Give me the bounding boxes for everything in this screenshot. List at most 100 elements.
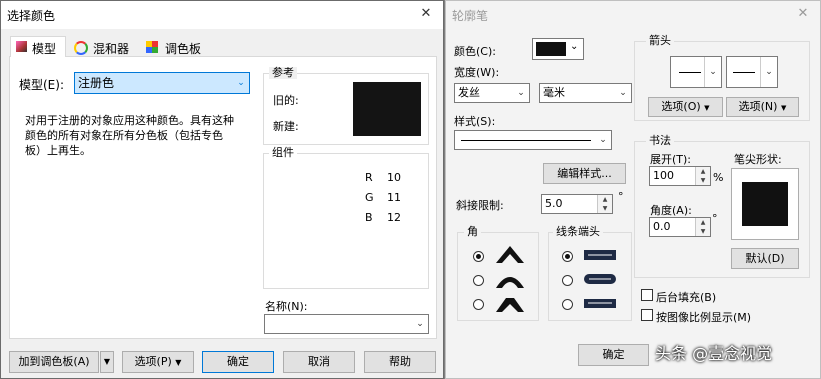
width-label: 宽度(W): — [454, 66, 500, 79]
stretch-percent-symbol: % — [713, 171, 724, 184]
cap-butt-radio[interactable] — [562, 251, 573, 262]
stretch-value: 100 — [653, 169, 674, 182]
outline-pen-dialog: 轮廓笔 ✕ 颜色(C): ⌄ 宽度(W): 发丝 ⌄ 毫米 ⌄ 样式(S): ⌄… — [445, 0, 821, 379]
unit-select-value: 毫米 — [543, 86, 565, 99]
component-r-value: 10 — [387, 171, 401, 184]
chevron-down-icon: ⌄ — [416, 319, 424, 329]
nib-square — [742, 182, 788, 226]
line-caps-label: 线条端头 — [553, 226, 603, 238]
unit-select[interactable]: 毫米 ⌄ — [539, 83, 632, 103]
pen-ok-label: 确定 — [602, 348, 625, 361]
options-button[interactable]: 选项(P) ▼ — [122, 351, 194, 373]
stretch-input[interactable]: 100 ▲ ▼ — [649, 166, 711, 186]
nib-shape-preview[interactable] — [731, 168, 799, 240]
tab-mixer[interactable]: 混和器 — [69, 38, 135, 57]
butt-cap-icon — [584, 250, 616, 260]
miter-spinner[interactable]: ▲ ▼ — [597, 195, 612, 213]
mixer-tab-icon — [74, 41, 88, 55]
triangle-down-icon: ▼ — [175, 358, 182, 367]
triangle-down-icon: ▼ — [780, 104, 787, 112]
model-select[interactable]: 注册色 ⌄ — [74, 72, 250, 94]
tab-palette-label: 调色板 — [165, 42, 202, 56]
watermark: 头条 @壹念视觉 — [655, 344, 773, 363]
miter-degree-symbol: ° — [618, 190, 624, 203]
edit-style-label: 编辑样式... — [557, 167, 612, 180]
name-label: 名称(N): — [265, 300, 308, 313]
miter-limit-label: 斜接限制: — [456, 199, 504, 212]
corner-miter-radio[interactable] — [473, 251, 484, 262]
tab-model-label: 模型 — [32, 42, 57, 56]
reference-label: 参考 — [269, 67, 297, 79]
start-arrow-select[interactable]: ⌄ — [670, 56, 722, 88]
tab-palette[interactable]: 调色板 — [141, 38, 211, 57]
component-r-name: R — [365, 171, 373, 184]
chevron-down-icon: ⌄ — [760, 57, 777, 87]
pen-color-swatch — [536, 42, 566, 56]
cancel-button[interactable]: 取消 — [283, 351, 355, 373]
add-to-palette-label: 加到调色板(A) — [18, 355, 90, 368]
corner-bevel-radio[interactable] — [473, 299, 484, 310]
color-dialog-titlebar: 选择颜色 ✕ — [1, 1, 443, 29]
width-select[interactable]: 发丝 ⌄ — [454, 83, 530, 103]
chevron-down-icon: ⌄ — [570, 41, 579, 52]
ok-button[interactable]: 确定 — [202, 351, 274, 373]
help-label: 帮助 — [389, 355, 411, 368]
add-to-palette-dropdown[interactable]: ▼ — [100, 351, 114, 373]
stretch-label: 展开(T): — [650, 153, 692, 166]
cancel-label: 取消 — [308, 355, 330, 368]
angle-spinner[interactable]: ▲ ▼ — [695, 218, 710, 236]
component-b-value: 12 — [387, 211, 401, 224]
start-arrow-options-button[interactable]: 选项(O) ▼ — [648, 97, 723, 117]
angle-input[interactable]: 0.0 ▲ ▼ — [649, 217, 711, 237]
edit-style-button[interactable]: 编辑样式... — [543, 163, 626, 184]
square-cap-icon — [584, 299, 616, 308]
model-label: 模型(E): — [19, 78, 64, 92]
tab-model[interactable]: 模型 — [10, 36, 66, 57]
chevron-down-icon: ⌄ — [704, 57, 721, 87]
name-combobox[interactable]: ⌄ — [264, 314, 429, 334]
cap-square-radio[interactable] — [562, 299, 573, 310]
angle-value: 0.0 — [653, 220, 671, 233]
close-icon[interactable]: ✕ — [415, 4, 437, 24]
components-label: 组件 — [269, 147, 297, 159]
end-arrow-select[interactable]: ⌄ — [726, 56, 778, 88]
bevel-corner-icon — [496, 298, 524, 312]
line-style-preview — [461, 140, 591, 141]
angle-degree-symbol: ° — [712, 212, 718, 225]
default-nib-button[interactable]: 默认(D) — [731, 248, 799, 269]
component-g-name: G — [365, 191, 374, 204]
pen-dialog-titlebar: 轮廓笔 ✕ — [446, 1, 820, 29]
behind-fill-checkbox[interactable] — [641, 289, 653, 301]
stretch-spinner[interactable]: ▲ ▼ — [695, 167, 710, 185]
corner-round-radio[interactable] — [473, 275, 484, 286]
style-label: 样式(S): — [454, 115, 496, 128]
triangle-down-icon: ▼ — [704, 104, 710, 112]
close-icon[interactable]: ✕ — [792, 4, 814, 24]
chevron-down-icon: ⌄ — [237, 78, 245, 88]
nib-shape-label: 笔尖形状: — [734, 153, 782, 166]
chevron-down-icon: ⌄ — [599, 135, 607, 145]
pen-color-picker[interactable]: ⌄ — [532, 38, 584, 60]
end-arrow-options-button[interactable]: 选项(N) ▼ — [726, 97, 799, 117]
cap-round-radio[interactable] — [562, 275, 573, 286]
scale-with-image-checkbox[interactable] — [641, 309, 653, 321]
new-label: 新建: — [273, 120, 299, 133]
options-label: 选项(P) — [134, 355, 172, 368]
scale-with-image-label: 按图像比例显示(M) — [656, 311, 752, 324]
behind-fill-label: 后台填充(B) — [656, 291, 717, 304]
line-style-select[interactable]: ⌄ — [454, 130, 612, 150]
help-button[interactable]: 帮助 — [364, 351, 436, 373]
add-to-palette-button[interactable]: 加到调色板(A) — [9, 351, 99, 373]
pen-ok-button[interactable]: 确定 — [578, 344, 649, 366]
model-select-value: 注册色 — [78, 76, 115, 90]
pen-dialog-title: 轮廓笔 — [452, 9, 489, 23]
model-tab-icon — [16, 41, 27, 52]
miter-limit-value: 5.0 — [545, 197, 563, 210]
chevron-down-icon: ⌄ — [619, 88, 627, 98]
model-description: 对用于注册的对象应用这种颜色。具有这种颜色的所有对象在所有分色板（包括专色板）上… — [25, 114, 234, 157]
components-group — [263, 153, 429, 289]
miter-limit-input[interactable]: 5.0 ▲ ▼ — [541, 194, 613, 214]
calligraphy-label: 书法 — [646, 135, 674, 147]
start-arrow-options-label: 选项(O) — [661, 100, 701, 113]
component-b-name: B — [365, 211, 373, 224]
